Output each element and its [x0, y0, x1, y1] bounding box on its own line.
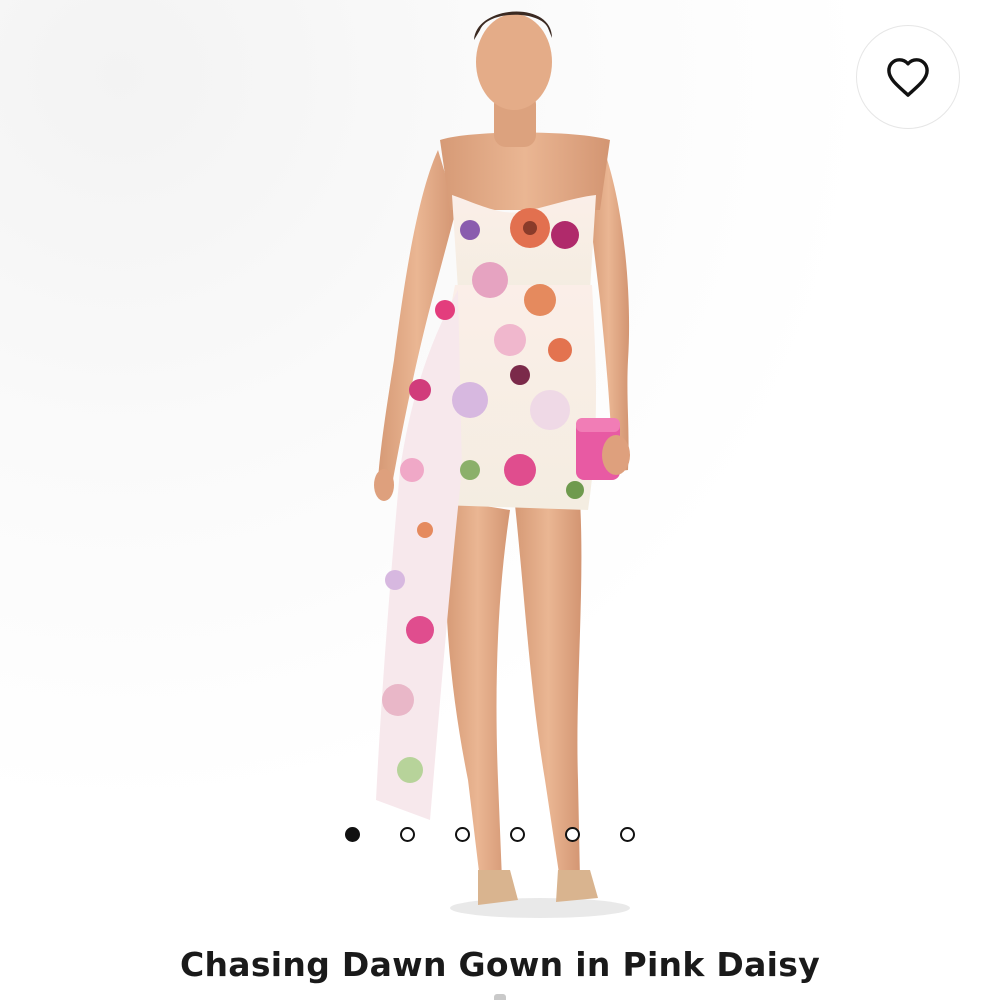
carousel-dot-1[interactable] [345, 826, 360, 842]
product-title: Chasing Dawn Gown in Pink Daisy [179, 945, 821, 984]
carousel-pagination [345, 824, 635, 844]
carousel-dot-4[interactable] [510, 826, 525, 842]
carousel-dot-6[interactable] [620, 826, 635, 842]
content-below-fold [494, 994, 506, 1000]
heart-outline-icon [887, 58, 929, 97]
model-photo [374, 11, 630, 918]
carousel-dot-2[interactable] [400, 826, 415, 842]
carousel-dot-5[interactable] [565, 826, 580, 842]
carousel-dot-3[interactable] [455, 826, 470, 842]
wishlist-button[interactable] [856, 25, 960, 129]
product-image[interactable] [0, 0, 1000, 940]
